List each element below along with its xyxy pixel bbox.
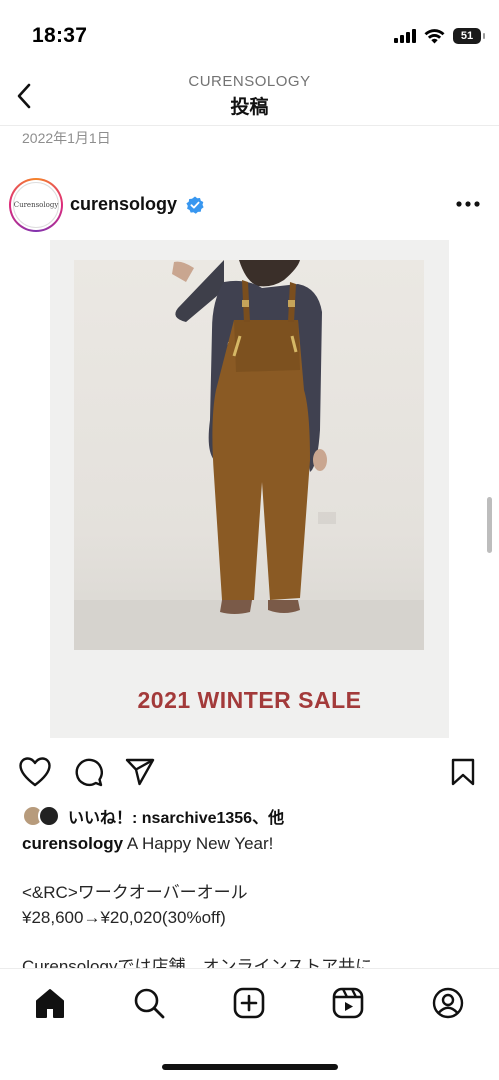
comment-icon	[75, 758, 103, 787]
story-ring[interactable]: Curensology	[9, 178, 63, 232]
bookmark-icon	[451, 758, 475, 786]
more-options-button[interactable]	[455, 192, 481, 216]
post-date: 2022年1月1日	[22, 130, 111, 146]
page-subtitle: CURENSOLOGY	[188, 73, 311, 90]
scrollbar-thumb[interactable]	[487, 497, 492, 553]
comment-button[interactable]	[70, 754, 106, 790]
status-bar: 18:37 51	[0, 0, 499, 70]
post-caption: curensology A Happy New Year! <&RC>ワークオー…	[22, 832, 482, 979]
likes-text: いいね！: nsarchive1356、他	[68, 810, 285, 827]
like-button[interactable]	[17, 754, 53, 790]
caption-line-1: A Happy New Year!	[123, 834, 274, 853]
liker-avatars	[22, 805, 64, 827]
avatar: Curensology	[13, 182, 59, 228]
caption-username[interactable]: curensology	[22, 834, 123, 853]
heart-icon	[19, 757, 51, 787]
tab-search[interactable]	[129, 983, 169, 1023]
battery-level: 51	[460, 30, 474, 42]
share-button[interactable]	[122, 754, 158, 790]
wifi-icon	[424, 28, 445, 43]
create-icon	[233, 987, 265, 1019]
reels-icon	[332, 987, 364, 1019]
verified-icon	[186, 196, 204, 214]
post-header: Curensology curensology	[0, 174, 499, 236]
nav-header: CURENSOLOGY 投稿	[0, 70, 499, 126]
post-username[interactable]: curensology	[70, 194, 177, 215]
post-image[interactable]: 2021 WINTER SALE	[50, 240, 449, 738]
more-horizontal-icon	[456, 201, 480, 207]
liker-avatar	[38, 805, 60, 827]
status-icons: 51	[394, 24, 485, 48]
page-title: 投稿	[230, 97, 269, 118]
save-button[interactable]	[445, 754, 481, 790]
sale-banner-text: 2021 WINTER SALE	[137, 687, 362, 713]
post-actions	[0, 752, 499, 792]
home-icon	[36, 989, 64, 1018]
home-indicator[interactable]	[162, 1064, 338, 1070]
status-time: 18:37	[32, 24, 88, 47]
model-illustration	[74, 260, 424, 650]
signal-icon	[394, 29, 416, 43]
likes-row[interactable]: いいね！: nsarchive1356、他	[22, 804, 284, 828]
product-photo	[74, 260, 424, 650]
caption-line-2: <&RC>ワークオーバーオール	[22, 883, 248, 902]
avatar-logo-text: Curensology	[13, 201, 59, 209]
tab-create[interactable]	[229, 983, 269, 1023]
search-icon	[134, 988, 165, 1019]
caption-line-3: ¥28,600→¥20,020(30%off)	[22, 907, 226, 927]
tab-reels[interactable]	[328, 983, 368, 1023]
battery-icon: 51	[453, 28, 485, 44]
profile-icon	[432, 987, 464, 1019]
tab-home[interactable]	[30, 983, 70, 1023]
share-icon	[125, 758, 155, 786]
tab-profile[interactable]	[428, 983, 468, 1023]
bottom-tab-bar	[0, 968, 499, 1080]
